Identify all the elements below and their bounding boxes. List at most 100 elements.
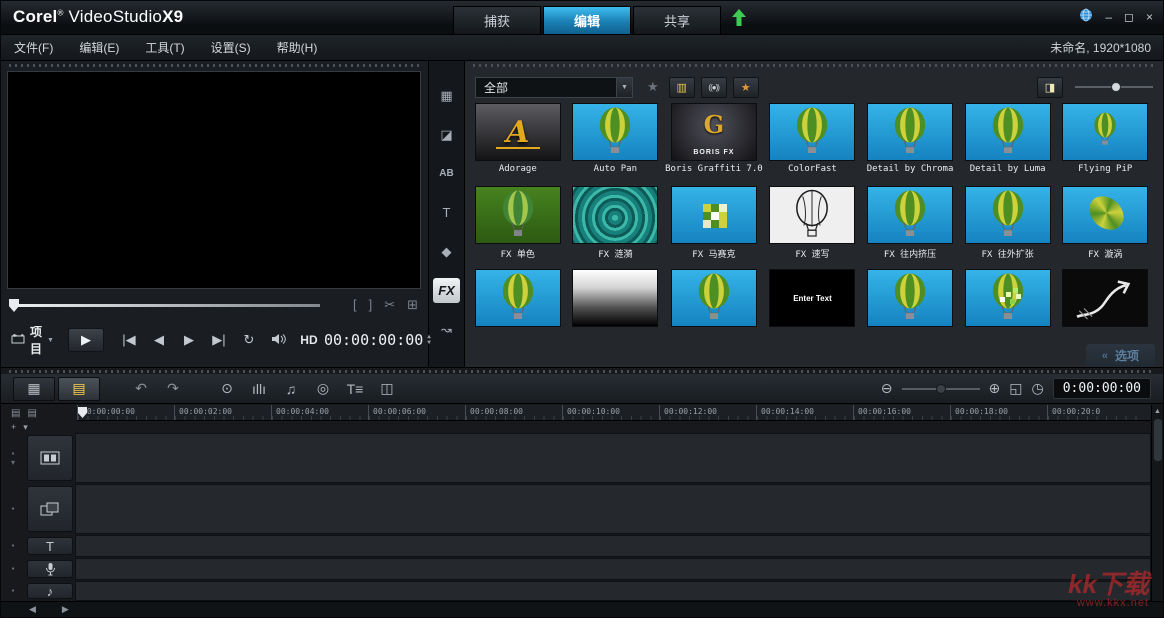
effect-item[interactable]: FX 涟漪 (568, 186, 664, 269)
volume-icon[interactable] (269, 333, 289, 348)
timeline-view-button[interactable]: ▤ (58, 377, 100, 401)
fx-thumbnail[interactable] (572, 103, 658, 161)
zoom-in-button[interactable]: ⊕ (989, 380, 1001, 397)
fx-thumbnail[interactable] (867, 269, 953, 327)
fx-thumbnail[interactable] (769, 103, 855, 161)
fx-thumbnail[interactable] (1062, 186, 1148, 244)
nav-titles[interactable]: T (433, 200, 460, 225)
overlay-track-lane[interactable] (75, 484, 1151, 534)
scroll-left-button[interactable]: ◀ (29, 604, 36, 615)
timeline-ruler[interactable]: 00:00:00:0000:00:02:0000:00:04:0000:00:0… (77, 405, 1151, 421)
record-capture-button[interactable]: ⊙ (211, 377, 243, 401)
auto-music-button[interactable]: ♫ (275, 377, 307, 401)
effect-item[interactable]: FX 速写 (765, 186, 861, 269)
fx-thumbnail[interactable] (572, 186, 658, 244)
effect-item[interactable] (862, 269, 958, 352)
redo-button[interactable]: ↷ (157, 377, 189, 401)
sound-mixer-button[interactable]: ıllı (243, 377, 275, 401)
add-track-button[interactable]: + (11, 422, 16, 432)
effect-item[interactable]: FX 漩涡 (1057, 186, 1153, 269)
effect-item[interactable]: FX 往内挤压 (862, 186, 958, 269)
subtitle-editor-button[interactable]: T≡ (339, 377, 371, 401)
track-options-icon[interactable]: ▪▾ (1, 433, 25, 483)
nav-media-library[interactable]: ▦ (433, 83, 460, 108)
collapse-tracks-button[interactable]: ▾ (23, 422, 28, 433)
effect-item[interactable] (960, 269, 1056, 352)
track-options-icon[interactable]: ▪ (1, 558, 25, 580)
overlay-track-button[interactable] (27, 486, 73, 532)
fx-thumbnail[interactable] (671, 269, 757, 327)
effect-item[interactable]: FX 马赛克 (665, 186, 763, 269)
slider-knob[interactable] (1111, 82, 1121, 92)
zoom-out-button[interactable]: ⊖ (881, 380, 893, 397)
track-options-icon[interactable]: ▪ (1, 484, 25, 534)
fx-thumbnail[interactable]: GBORIS FX (671, 103, 757, 161)
scroll-up-icon[interactable]: ▲ (1154, 408, 1161, 415)
effect-item[interactable] (470, 269, 566, 352)
effect-item[interactable]: Detail by Luma (960, 103, 1056, 186)
tab-capture[interactable]: 捕获 (453, 6, 541, 34)
fx-thumbnail[interactable] (572, 269, 658, 327)
timeline-zoom-slider[interactable] (902, 382, 980, 396)
playback-mode-dropdown[interactable]: 项目 ▼ (11, 323, 54, 357)
timecode-spinner[interactable]: ▲▼ (427, 334, 431, 346)
track-manager-alt-icon[interactable]: ▤ (27, 408, 36, 419)
fx-thumbnail[interactable] (1062, 269, 1148, 327)
fx-thumbnail[interactable] (1062, 103, 1148, 161)
menu-item-2[interactable]: 工具(T) (132, 39, 197, 56)
title-track-button[interactable]: T (27, 537, 73, 555)
effect-item[interactable]: FX 单色 (470, 186, 566, 269)
music-track-button[interactable]: ♪ (27, 583, 73, 599)
mark-out-icon[interactable]: ] (369, 297, 373, 313)
nav-graphics[interactable]: ◆ (433, 239, 460, 264)
voice-track-lane[interactable] (75, 558, 1151, 580)
scrollbar-thumb[interactable] (1154, 419, 1162, 461)
fx-thumbnail[interactable] (475, 186, 561, 244)
scrub-track[interactable] (17, 304, 320, 307)
effect-item[interactable]: GBORIS FXBoris Graffiti 7.0 (665, 103, 763, 186)
fx-thumbnail[interactable] (965, 269, 1051, 327)
video-filter-button[interactable]: ▥ (669, 77, 695, 98)
globe-icon[interactable] (1079, 8, 1093, 25)
magic-wand-icon[interactable]: ★ (647, 79, 659, 95)
maximize-button[interactable]: ◻ (1124, 10, 1134, 24)
effect-item[interactable]: AAdorage (470, 103, 566, 186)
fx-thumbnail[interactable] (475, 269, 561, 327)
hd-button[interactable]: HD (299, 333, 319, 347)
title-track-lane[interactable] (75, 535, 1151, 557)
effect-item[interactable] (568, 269, 664, 352)
menu-item-4[interactable]: 帮助(H) (264, 39, 331, 56)
effect-item[interactable] (665, 269, 763, 352)
voice-track-button[interactable] (27, 560, 73, 578)
close-button[interactable]: × (1146, 10, 1153, 24)
nav-filters[interactable]: FX (433, 278, 460, 303)
next-frame-button[interactable]: ▶ (179, 332, 199, 348)
effect-item[interactable]: ColorFast (765, 103, 861, 186)
fx-thumbnail[interactable] (867, 103, 953, 161)
go-start-button[interactable]: |◀ (119, 332, 139, 348)
timeline-vscrollbar[interactable]: ▲ (1151, 405, 1163, 601)
multicam-editor-button[interactable]: ◫ (371, 377, 403, 401)
music-track-lane[interactable] (75, 581, 1151, 601)
options-button[interactable]: « 选项 (1086, 344, 1155, 367)
play-button[interactable]: ▶ (68, 328, 104, 352)
duration-button[interactable]: ◷ (1032, 380, 1044, 397)
minimize-button[interactable]: – (1105, 10, 1112, 24)
mark-in-icon[interactable]: [ (353, 297, 357, 313)
effect-item[interactable]: Enter Text (765, 269, 861, 352)
nav-transitions[interactable]: AB (433, 161, 460, 186)
fx-thumbnail[interactable]: Enter Text (769, 269, 855, 327)
fx-thumbnail[interactable] (965, 103, 1051, 161)
gallery-filter-dropdown[interactable]: 全部 ▼ (475, 77, 633, 98)
prev-frame-button[interactable]: ◀ (149, 332, 169, 348)
tab-share[interactable]: 共享 (633, 6, 721, 34)
fx-thumbnail[interactable] (965, 186, 1051, 244)
track-manager-icon[interactable]: ▤ (11, 408, 20, 419)
menu-item-3[interactable]: 设置(S) (198, 39, 264, 56)
menu-item-0[interactable]: 文件(F) (1, 39, 66, 56)
nav-motion-paths[interactable]: ↝ (433, 317, 460, 342)
thumbnail-size-slider[interactable] (1075, 80, 1153, 94)
storyboard-view-button[interactable]: ▦ (13, 377, 55, 401)
track-options-icon[interactable]: ▪ (1, 535, 25, 557)
nav-instant-project[interactable]: ◪ (433, 122, 460, 147)
